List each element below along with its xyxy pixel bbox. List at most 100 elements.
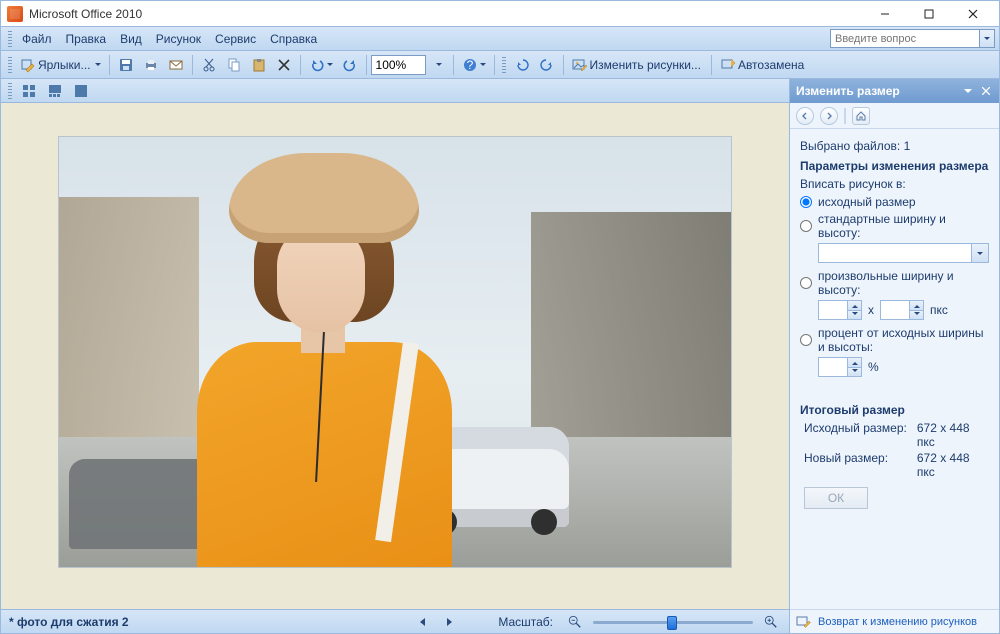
help-question-input[interactable] <box>830 29 980 48</box>
percent-spinner[interactable] <box>818 357 862 377</box>
autoreplace-button[interactable]: Автозамена <box>716 54 810 76</box>
single-view-button[interactable] <box>69 80 93 102</box>
toolbar-grip[interactable] <box>8 31 12 47</box>
radio-standard-size[interactable]: стандартные ширину и высоту: <box>800 212 989 240</box>
selected-files-label: Выбрано файлов: <box>800 139 900 153</box>
rotate-right-icon <box>539 57 555 73</box>
percent-row: % <box>818 357 989 377</box>
standard-size-value[interactable] <box>818 243 972 263</box>
window-close-button[interactable] <box>951 1 995 26</box>
app-title: Microsoft Office 2010 <box>29 7 142 21</box>
spin-down-button[interactable] <box>847 367 861 377</box>
help-question-dropdown[interactable] <box>980 29 995 48</box>
viewmode-toolbar <box>1 79 789 103</box>
save-button[interactable] <box>114 54 138 76</box>
next-button[interactable] <box>440 613 458 631</box>
toolbar-grip[interactable] <box>502 57 506 73</box>
paste-button[interactable] <box>247 54 271 76</box>
custom-width-spinner[interactable] <box>818 300 862 320</box>
zoom-combo[interactable]: 100% <box>371 55 426 75</box>
menu-edit[interactable]: Правка <box>59 30 114 48</box>
ok-button[interactable]: ОК <box>804 487 868 509</box>
save-icon <box>118 57 134 73</box>
previous-button[interactable] <box>414 613 432 631</box>
task-pane-close-button[interactable] <box>979 84 993 98</box>
task-pane-header[interactable]: Изменить размер <box>790 79 999 103</box>
mail-button[interactable] <box>164 54 188 76</box>
zoom-dropdown[interactable] <box>427 54 449 76</box>
standard-size-combo[interactable] <box>818 243 989 263</box>
slider-thumb[interactable] <box>667 616 677 630</box>
radio-percent-input[interactable] <box>800 334 812 346</box>
window-minimize-button[interactable] <box>863 1 907 26</box>
redo-button[interactable] <box>338 54 362 76</box>
arrow-left-icon <box>801 112 809 120</box>
spin-up-button[interactable] <box>909 301 923 310</box>
toolbar-grip[interactable] <box>8 57 12 73</box>
zoom-in-button[interactable] <box>761 612 781 632</box>
rotate-left-button[interactable] <box>510 54 534 76</box>
spin-up-button[interactable] <box>847 358 861 367</box>
thumbnail-view-icon <box>21 83 37 99</box>
nav-home-button[interactable] <box>852 107 870 125</box>
toolbar-separator <box>109 55 110 75</box>
triangle-left-icon <box>418 617 428 627</box>
triangle-down-icon <box>852 369 858 375</box>
shortcuts-button[interactable]: Ярлыки... <box>16 54 105 76</box>
canvas-column: * фото для сжатия 2 Масштаб: <box>1 79 789 633</box>
rotate-right-button[interactable] <box>535 54 559 76</box>
radio-original-label: исходный размер <box>818 195 916 209</box>
edit-images-button[interactable]: Изменить рисунки... <box>568 54 707 76</box>
new-size-label: Новый размер: <box>804 451 907 479</box>
cut-icon <box>201 57 217 73</box>
spin-down-button[interactable] <box>847 310 861 320</box>
svg-text:?: ? <box>466 58 473 72</box>
task-pane: Изменить размер Выбрано файлов: 1 Параме… <box>789 79 999 633</box>
nav-back-button[interactable] <box>796 107 814 125</box>
zoom-out-button[interactable] <box>565 612 585 632</box>
shortcuts-label: Ярлыки... <box>36 58 93 72</box>
menu-tools[interactable]: Сервис <box>208 30 263 48</box>
task-pane-menu-button[interactable] <box>961 84 975 98</box>
radio-standard-input[interactable] <box>800 220 812 232</box>
orig-size-value: 672 x 448 пкс <box>917 421 989 449</box>
radio-custom-size[interactable]: произвольные ширину и высоту: <box>800 269 989 297</box>
copy-button[interactable] <box>222 54 246 76</box>
radio-original-size[interactable]: исходный размер <box>800 195 989 209</box>
zoom-slider[interactable] <box>593 615 753 629</box>
custom-height-spinner[interactable] <box>880 300 924 320</box>
menu-view[interactable]: Вид <box>113 30 149 48</box>
autoreplace-icon <box>720 57 736 73</box>
print-button[interactable] <box>139 54 163 76</box>
window-maximize-button[interactable] <box>907 1 951 26</box>
radio-standard-label: стандартные ширину и высоту: <box>818 212 989 240</box>
triangle-down-icon <box>852 312 858 318</box>
radio-percent-size[interactable]: процент от исходных ширины и высоты: <box>800 326 989 354</box>
undo-icon <box>309 57 325 73</box>
back-to-edit-link[interactable]: Возврат к изменению рисунков <box>818 616 977 628</box>
status-filename: * фото для сжатия 2 <box>9 615 129 629</box>
standard-size-dropdown[interactable] <box>972 243 989 263</box>
cut-button[interactable] <box>197 54 221 76</box>
toolbar-grip[interactable] <box>8 83 12 99</box>
task-pane-nav <box>790 103 999 129</box>
nav-forward-button[interactable] <box>820 107 838 125</box>
main-area: * фото для сжатия 2 Масштаб: Изменить ра… <box>1 79 999 633</box>
help-button[interactable]: ? <box>458 54 490 76</box>
spin-up-button[interactable] <box>847 301 861 310</box>
menu-file[interactable]: Файл <box>15 30 59 48</box>
undo-button[interactable] <box>305 54 337 76</box>
spin-down-button[interactable] <box>909 310 923 320</box>
custom-size-row: x пкс <box>818 300 989 320</box>
radio-custom-input[interactable] <box>800 277 812 289</box>
selected-files-line: Выбрано файлов: 1 <box>800 139 989 153</box>
menu-help[interactable]: Справка <box>263 30 324 48</box>
thumbnail-view-button[interactable] <box>17 80 41 102</box>
triangle-down-icon <box>914 312 920 318</box>
zoom-label: Масштаб: <box>494 615 557 629</box>
filmstrip-view-button[interactable] <box>43 80 67 102</box>
picture-canvas[interactable] <box>1 103 789 609</box>
radio-original-input[interactable] <box>800 196 812 208</box>
delete-button[interactable] <box>272 54 296 76</box>
menu-picture[interactable]: Рисунок <box>149 30 208 48</box>
